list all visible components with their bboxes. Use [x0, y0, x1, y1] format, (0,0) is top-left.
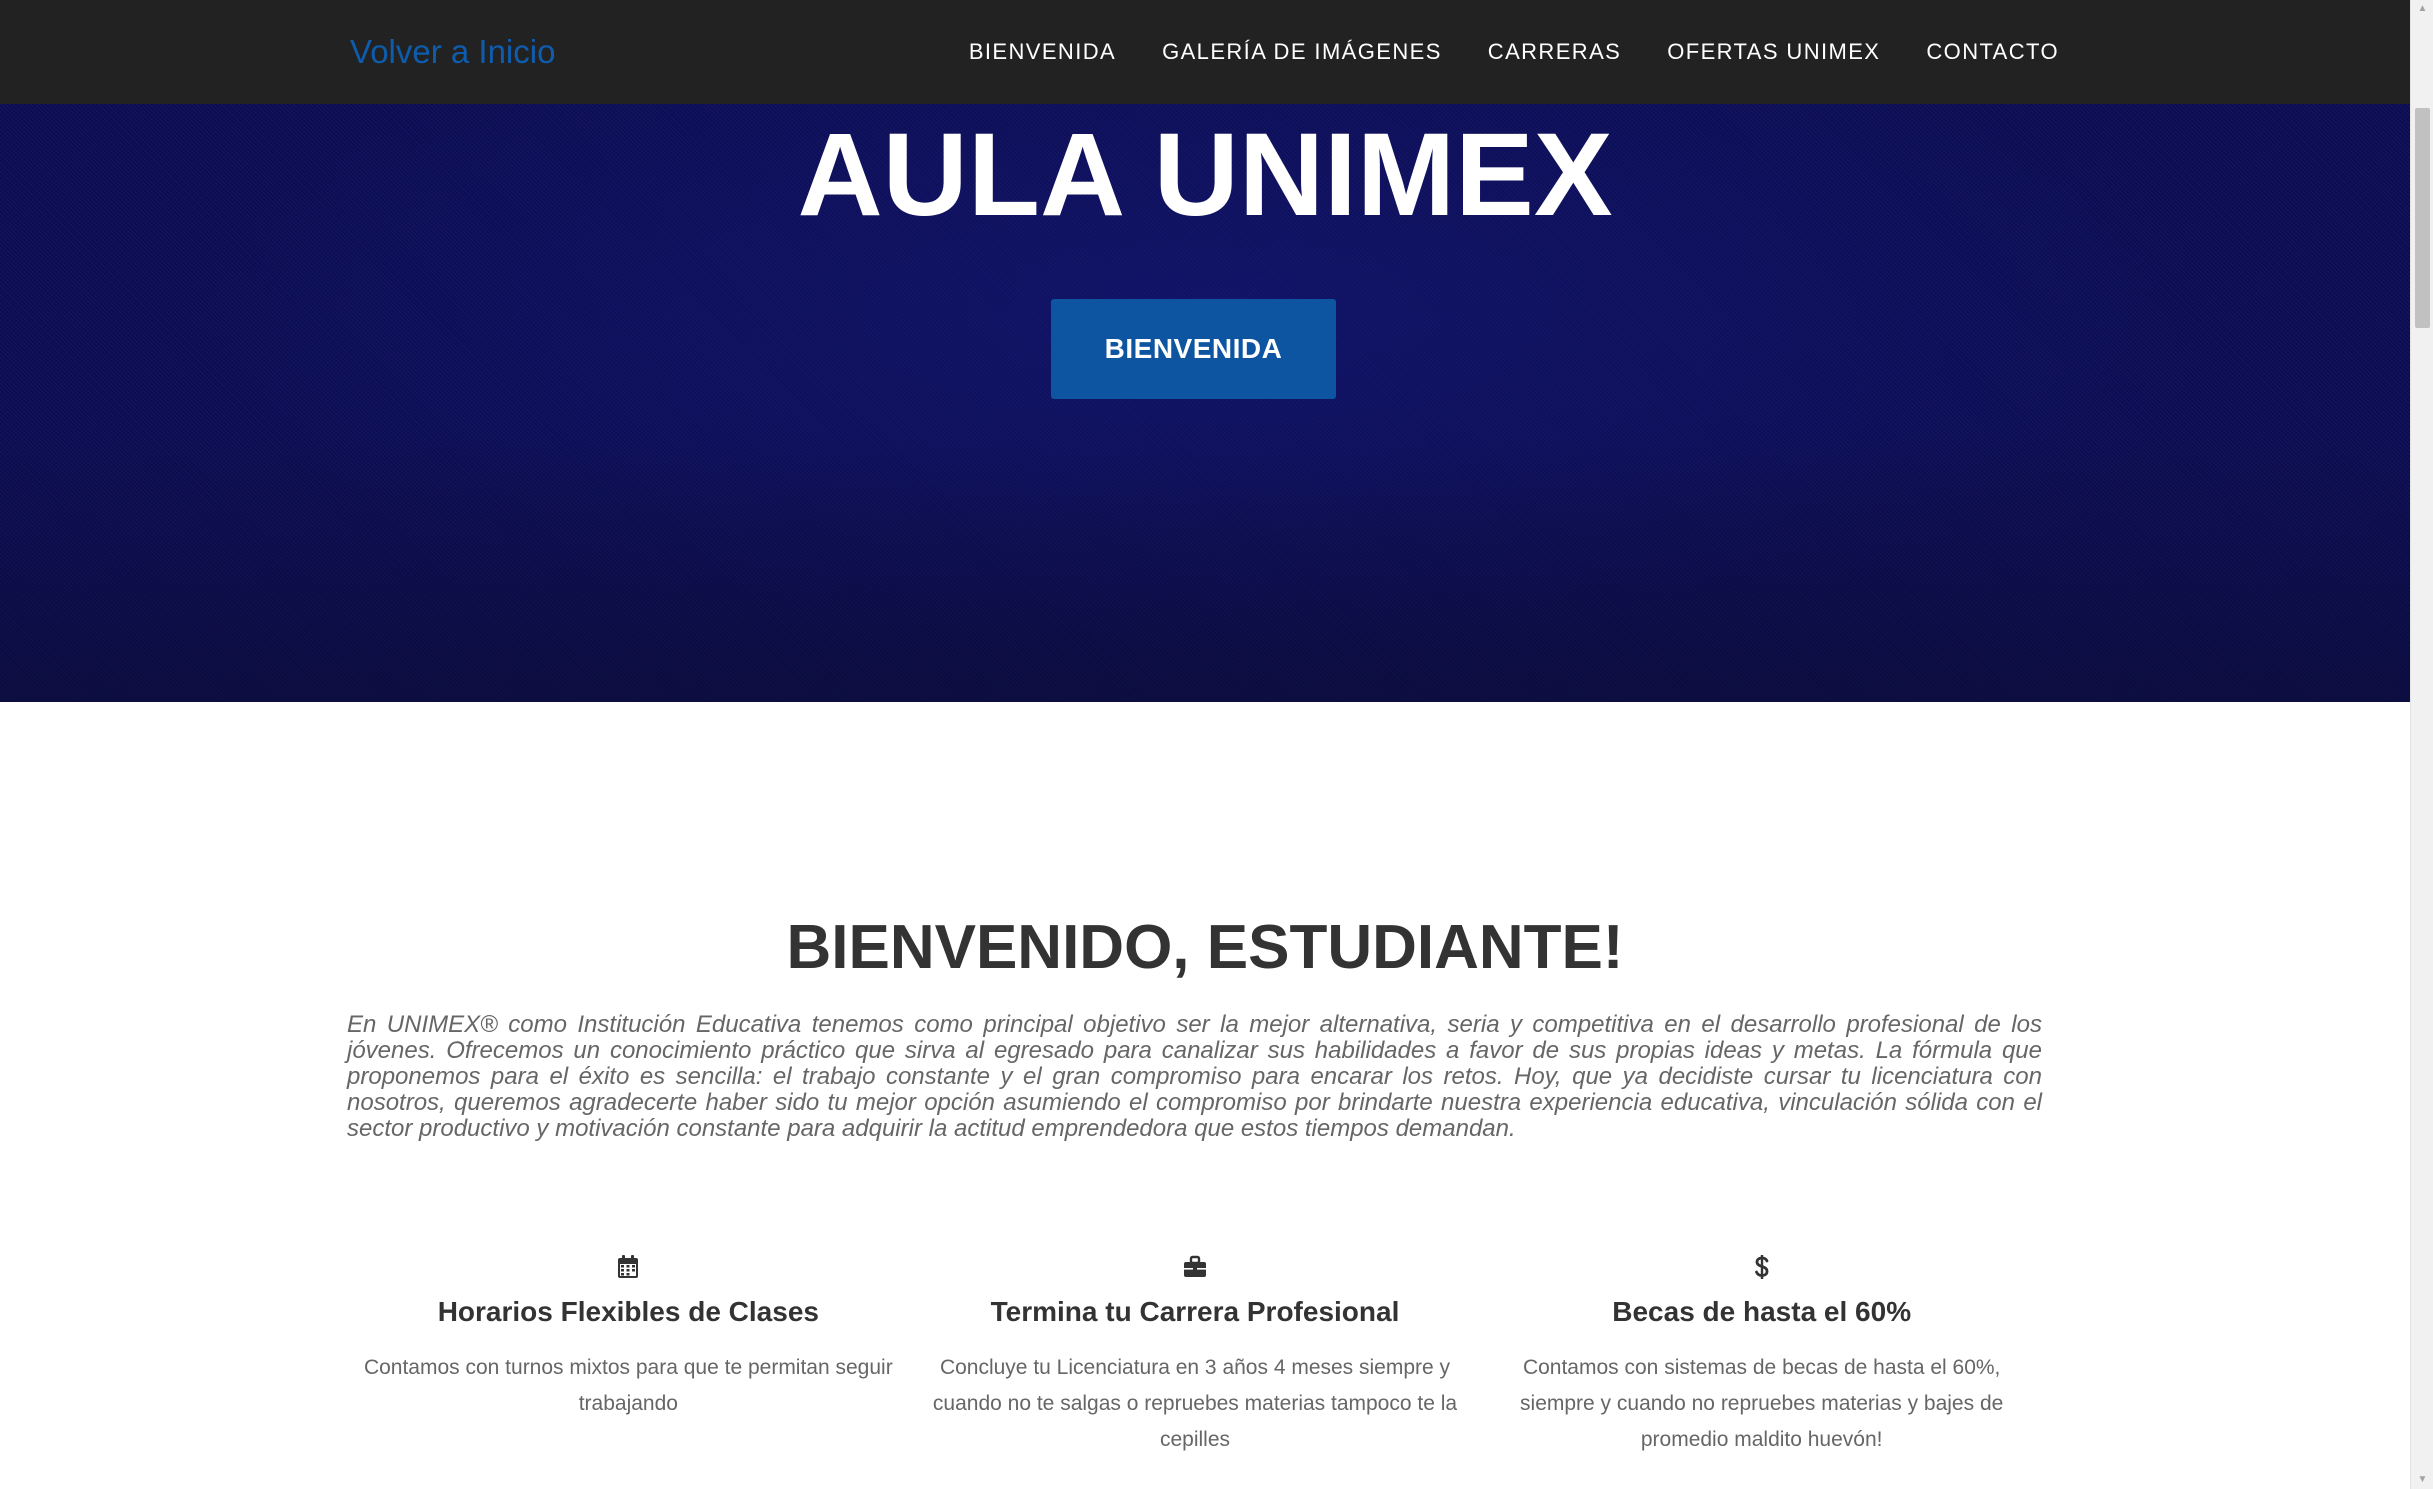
page-scrollbar[interactable]: ▲ ▼: [2410, 0, 2433, 1489]
welcome-heading: BIENVENIDO, ESTUDIANTE!: [786, 913, 1624, 982]
feature-title: Horarios Flexibles de Clases: [437, 1296, 819, 1327]
feature-horarios: Horarios Flexibles de Clases Contamos co…: [345, 1254, 912, 1458]
feature-text: Contamos con sistemas de becas de hasta …: [1520, 1356, 2004, 1451]
page: Volver a Inicio Bienvenida Galería de im…: [0, 0, 2410, 1489]
welcome-paragraph: En UNIMEX® como Institución Educativa te…: [347, 1011, 2042, 1142]
nav-links: Bienvenida Galería de imágenes Carreras …: [969, 0, 2059, 104]
feature-title: Termina tu Carrera Profesional: [990, 1296, 1400, 1327]
nav-link-contacto[interactable]: Contacto: [1926, 39, 2059, 65]
hero-section: AULA UNIMEX BIENVENIDA: [0, 104, 2410, 702]
dollar-icon: [1754, 1255, 1769, 1279]
feature-becas: Becas de hasta el 60% Contamos con siste…: [1478, 1254, 2045, 1458]
nav-link-carreras[interactable]: Carreras: [1488, 39, 1621, 65]
hero-title: AULA UNIMEX: [797, 109, 1613, 241]
scrollbar-thumb[interactable]: [2415, 108, 2430, 328]
feature-text: Contamos con turnos mixtos para que te p…: [363, 1356, 893, 1415]
briefcase-icon: [1184, 1255, 1206, 1277]
nav-link-bienvenida[interactable]: Bienvenida: [969, 39, 1116, 65]
hero-bienvenida-button[interactable]: BIENVENIDA: [1051, 299, 1336, 399]
feature-carrera: Termina tu Carrera Profesional Concluye …: [912, 1254, 1479, 1458]
nav-link-galeria[interactable]: Galería de imágenes: [1162, 39, 1442, 65]
feature-text: Concluye tu Licenciatura en 3 años 4 mes…: [932, 1356, 1458, 1451]
features-row: Horarios Flexibles de Clases Contamos co…: [345, 1254, 2045, 1458]
top-navbar: Volver a Inicio Bienvenida Galería de im…: [0, 0, 2410, 104]
scroll-down-arrow-icon[interactable]: ▼: [2411, 1471, 2433, 1489]
nav-link-ofertas[interactable]: Ofertas UNIMEX: [1667, 39, 1880, 65]
brand-link-home[interactable]: Volver a Inicio: [350, 32, 555, 72]
scroll-up-arrow-icon[interactable]: ▲: [2411, 0, 2433, 18]
feature-title: Becas de hasta el 60%: [1612, 1296, 1912, 1327]
calendar-icon: [618, 1255, 639, 1278]
